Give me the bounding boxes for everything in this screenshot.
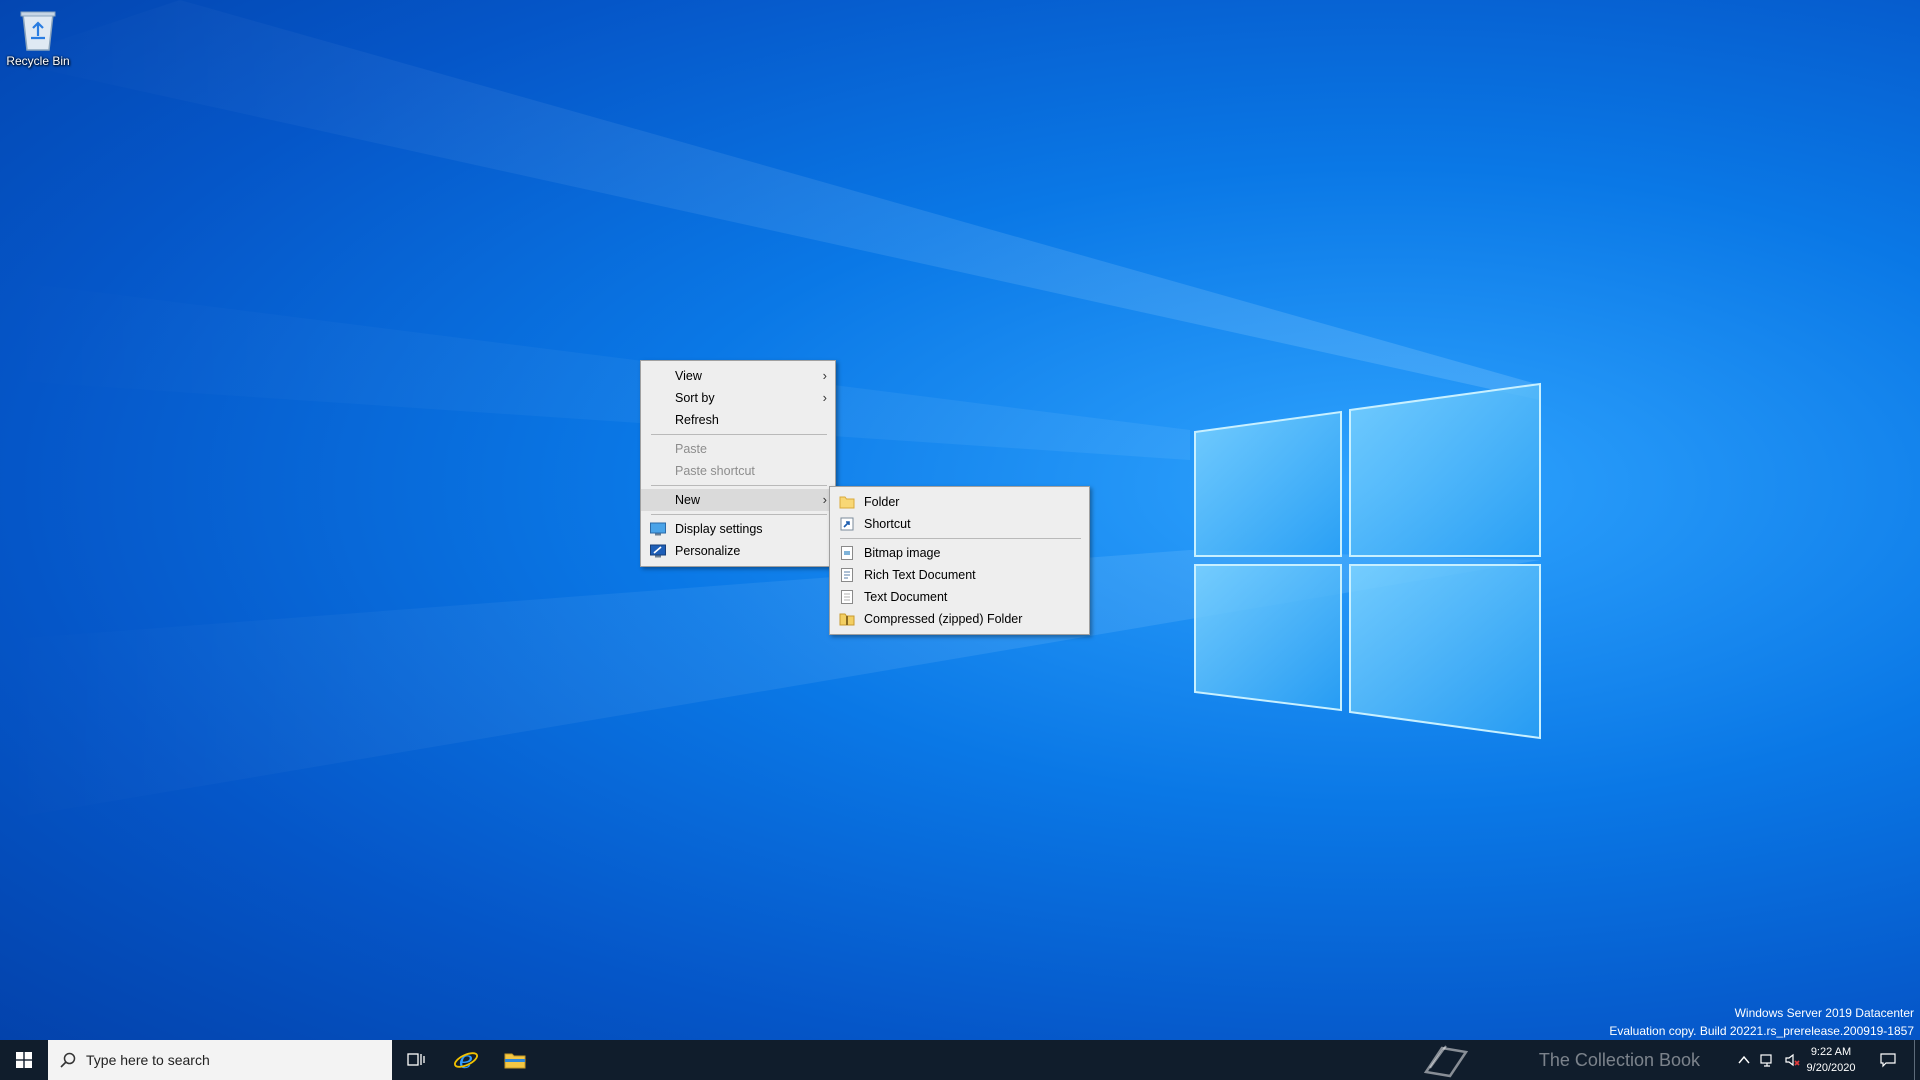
display-settings-icon <box>650 522 666 536</box>
start-button[interactable] <box>0 1040 48 1080</box>
taskbar: Type here to search e The Collection Boo… <box>0 1040 1920 1080</box>
taskbar-search-box[interactable]: Type here to search <box>48 1040 392 1080</box>
action-center-icon[interactable] <box>1880 1052 1896 1068</box>
menu-item-paste-shortcut[interactable]: Paste shortcut <box>641 460 835 482</box>
bitmap-image-icon <box>841 546 853 560</box>
submenu-item-bitmap-image-label: Bitmap image <box>864 546 941 560</box>
recycle-bin-label: Recycle Bin <box>6 54 70 68</box>
brand-watermark-text: The Collection Book <box>1538 1050 1700 1070</box>
chevron-right-icon: › <box>822 368 827 383</box>
submenu-item-rich-text-document-label: Rich Text Document <box>864 568 976 582</box>
submenu-item-text-document-label: Text Document <box>864 590 948 604</box>
submenu-item-compressed-folder[interactable]: Compressed (zipped) Folder <box>830 608 1089 630</box>
menu-item-personalize-label: Personalize <box>675 544 741 558</box>
evaluation-watermark: Windows Server 2019 Datacenter Evaluatio… <box>1609 1004 1914 1040</box>
folder-icon <box>839 496 855 509</box>
menu-item-new[interactable]: New › <box>641 489 835 511</box>
recycle-bin-icon <box>20 11 56 51</box>
menu-item-paste-shortcut-label: Paste shortcut <box>675 464 755 478</box>
personalize-icon <box>650 544 666 558</box>
menu-item-new-label: New <box>675 493 701 507</box>
rich-text-document-icon <box>841 568 853 582</box>
windows-logo-icon <box>16 1052 32 1068</box>
file-explorer-icon <box>504 1053 526 1069</box>
clock-time: 9:22 AM <box>1810 1046 1852 1058</box>
menu-item-sort-by[interactable]: Sort by › <box>641 387 835 409</box>
svg-text:e: e <box>459 1047 473 1073</box>
search-icon <box>60 1052 76 1068</box>
menu-item-display-settings[interactable]: Display settings <box>641 518 835 540</box>
build-text: Evaluation copy. Build 20221.rs_prerelea… <box>1609 1024 1914 1038</box>
submenu-item-rich-text-document[interactable]: Rich Text Document <box>830 564 1089 586</box>
submenu-item-compressed-folder-label: Compressed (zipped) Folder <box>864 612 1023 626</box>
submenu-item-text-document[interactable]: Text Document <box>830 586 1089 608</box>
menu-item-refresh[interactable]: Refresh <box>641 409 835 431</box>
menu-item-view[interactable]: View › <box>641 365 835 387</box>
clock-date: 9/20/2020 <box>1806 1062 1856 1074</box>
shortcut-icon <box>840 517 854 531</box>
task-view-icon <box>407 1053 425 1066</box>
chevron-right-icon: › <box>822 492 827 507</box>
menu-item-display-settings-label: Display settings <box>675 522 763 536</box>
text-document-icon <box>841 590 853 604</box>
menu-item-refresh-label: Refresh <box>675 413 719 427</box>
menu-item-paste[interactable]: Paste <box>641 438 835 460</box>
submenu-item-bitmap-image[interactable]: Bitmap image <box>830 542 1089 564</box>
file-explorer-button[interactable] <box>491 1040 539 1080</box>
book-icon <box>1423 1045 1469 1078</box>
submenu-item-folder-label: Folder <box>864 495 900 509</box>
submenu-item-shortcut[interactable]: Shortcut <box>830 513 1089 535</box>
system-tray: The Collection Book 9:22 AM 9/20/2020 <box>1320 1040 1920 1080</box>
zip-folder-icon <box>839 613 855 626</box>
menu-item-sort-by-label: Sort by <box>675 391 715 405</box>
chevron-right-icon: › <box>822 390 827 405</box>
internet-explorer-icon: e <box>454 1047 478 1073</box>
network-icon[interactable] <box>1760 1052 1776 1068</box>
menu-item-paste-label: Paste <box>675 442 707 456</box>
chevron-up-icon[interactable] <box>1736 1052 1752 1068</box>
search-placeholder: Type here to search <box>86 1052 210 1068</box>
taskbar-clock[interactable]: 9:22 AM 9/20/2020 <box>1796 1044 1866 1076</box>
edition-text: Windows Server 2019 Datacenter <box>1734 1006 1914 1020</box>
menu-separator <box>651 434 827 435</box>
menu-separator <box>651 514 827 515</box>
task-view-button[interactable] <box>392 1040 440 1080</box>
recycle-bin[interactable]: Recycle Bin <box>2 6 74 68</box>
new-submenu: Folder Shortcut Bitmap image Rich Text D… <box>829 486 1090 635</box>
submenu-item-folder[interactable]: Folder <box>830 491 1089 513</box>
show-desktop-button[interactable] <box>1914 1040 1920 1080</box>
internet-explorer-button[interactable]: e <box>442 1040 490 1080</box>
menu-separator <box>840 538 1081 539</box>
menu-separator <box>651 485 827 486</box>
menu-item-view-label: View <box>675 369 702 383</box>
desktop-context-menu: View › Sort by › Refresh Paste Paste sho… <box>640 360 836 567</box>
submenu-item-shortcut-label: Shortcut <box>864 517 911 531</box>
desktop-background[interactable]: Recycle Bin View › Sort by › Refresh Pas… <box>0 0 1920 1080</box>
menu-item-personalize[interactable]: Personalize <box>641 540 835 562</box>
